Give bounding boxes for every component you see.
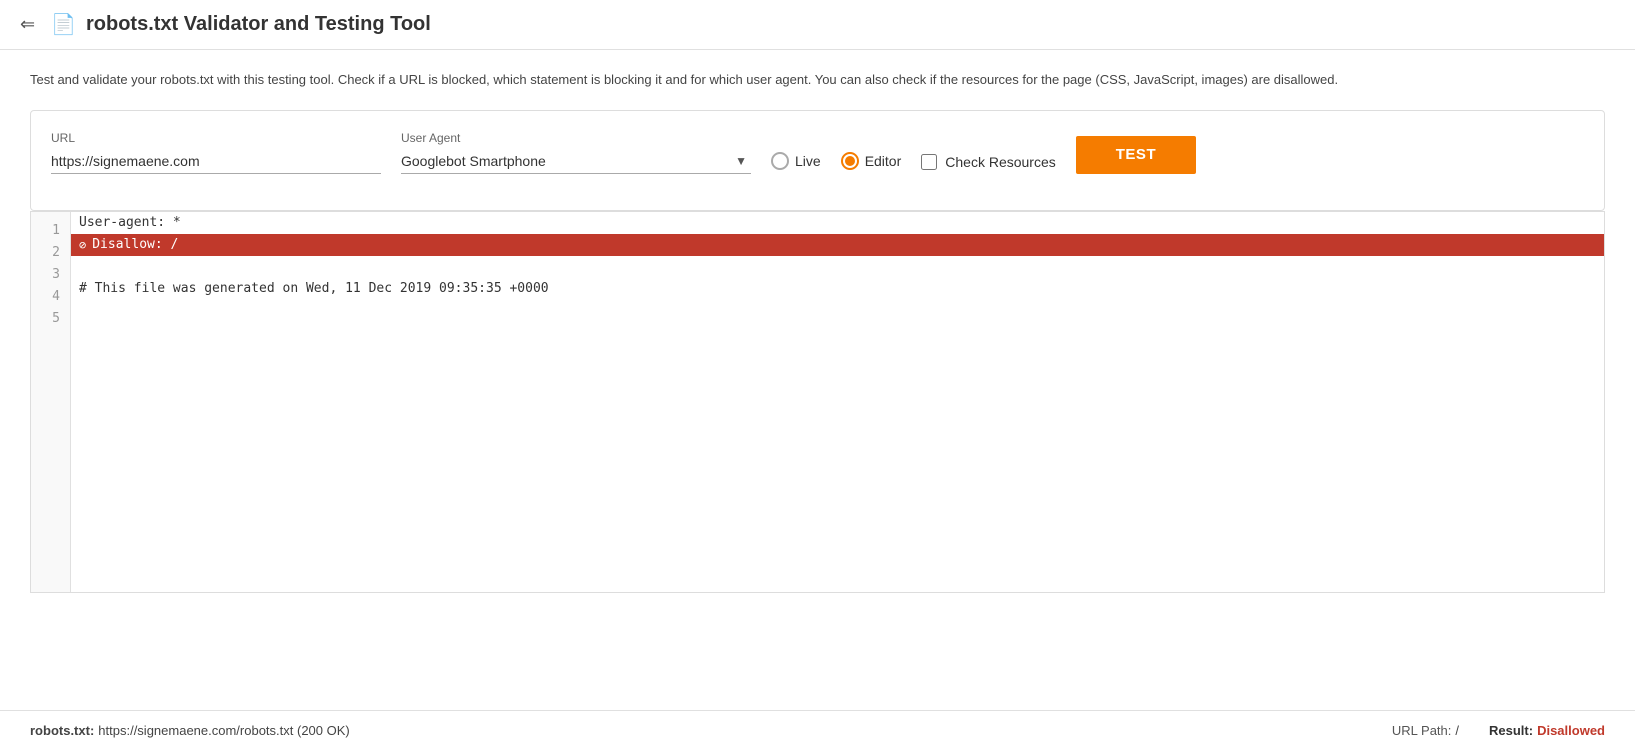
- header: ⇐ 📄 robots.txt Validator and Testing Too…: [0, 0, 1635, 50]
- line-num-3: 3: [41, 264, 60, 286]
- form-row: URL User Agent Googlebot Smartphone Goog…: [51, 131, 1584, 174]
- line-num-2: 2: [41, 242, 60, 264]
- form-area: URL User Agent Googlebot Smartphone Goog…: [30, 110, 1605, 211]
- description-text: Test and validate your robots.txt with t…: [30, 70, 1605, 90]
- result-label: Result:: [1489, 723, 1533, 738]
- code-line-4-text: # This file was generated on Wed, 11 Dec…: [79, 278, 549, 300]
- block-icon: ⊘: [79, 234, 86, 256]
- user-agent-group: User Agent Googlebot Smartphone Googlebo…: [401, 131, 751, 174]
- user-agent-label: User Agent: [401, 131, 751, 145]
- editor-label: Editor: [865, 153, 902, 169]
- code-content[interactable]: User-agent: * ⊘ Disallow: / # This file …: [71, 212, 1604, 592]
- footer: robots.txt: https://signemaene.com/robot…: [0, 710, 1635, 750]
- live-label: Live: [795, 153, 821, 169]
- line-numbers: 1 2 3 4 5: [31, 212, 71, 592]
- live-radio[interactable]: [771, 152, 789, 170]
- editor-container: 1 2 3 4 5 User-agent: * ⊘ Disallow: /: [30, 211, 1605, 593]
- back-icon[interactable]: ⇐: [20, 14, 35, 35]
- user-agent-select[interactable]: Googlebot Smartphone Googlebot Desktop B…: [401, 149, 731, 173]
- chevron-down-icon: ▼: [735, 154, 747, 168]
- footer-right: URL Path: / Result: Disallowed: [1392, 723, 1605, 738]
- mode-radio-group: Live Editor: [771, 152, 901, 174]
- code-line-2: ⊘ Disallow: /: [71, 234, 1604, 256]
- footer-left: robots.txt: https://signemaene.com/robot…: [30, 723, 350, 738]
- editor-area: 1 2 3 4 5 User-agent: * ⊘ Disallow: /: [31, 212, 1604, 592]
- robots-txt-url: https://signemaene.com/robots.txt (200 O…: [98, 723, 349, 738]
- code-line-1-text: User-agent: *: [79, 212, 181, 234]
- check-resources-label: Check Resources: [945, 154, 1056, 170]
- code-line-3: [71, 256, 1604, 278]
- line-num-1: 1: [41, 220, 60, 242]
- editor-radio-item[interactable]: Editor: [841, 152, 902, 170]
- url-group: URL: [51, 131, 381, 174]
- page-title: robots.txt Validator and Testing Tool: [86, 13, 431, 36]
- code-line-2-text: Disallow: /: [92, 234, 178, 256]
- editor-radio[interactable]: [841, 152, 859, 170]
- url-input[interactable]: [51, 149, 381, 174]
- code-line-4: # This file was generated on Wed, 11 Dec…: [71, 278, 1604, 300]
- doc-icon: 📄: [51, 12, 76, 37]
- url-path-label: URL Path:: [1392, 723, 1452, 738]
- code-line-1: User-agent: *: [71, 212, 1604, 234]
- code-line-3-text: [79, 256, 87, 278]
- check-resources-checkbox[interactable]: [921, 154, 937, 170]
- code-line-5-text: [79, 300, 87, 322]
- user-agent-select-wrapper: Googlebot Smartphone Googlebot Desktop B…: [401, 149, 751, 174]
- line-num-4: 4: [41, 286, 60, 308]
- result-value: Disallowed: [1537, 723, 1605, 738]
- footer-result: Result: Disallowed: [1489, 723, 1605, 738]
- check-resources-group: Check Resources: [921, 154, 1056, 174]
- code-line-5: [71, 300, 1604, 322]
- test-button[interactable]: TEST: [1076, 136, 1196, 174]
- url-path-value: /: [1455, 723, 1459, 738]
- footer-url-path: URL Path: /: [1392, 723, 1459, 738]
- line-num-5: 5: [41, 308, 60, 330]
- live-radio-item[interactable]: Live: [771, 152, 821, 170]
- url-label: URL: [51, 131, 381, 145]
- robots-txt-label: robots.txt:: [30, 723, 94, 738]
